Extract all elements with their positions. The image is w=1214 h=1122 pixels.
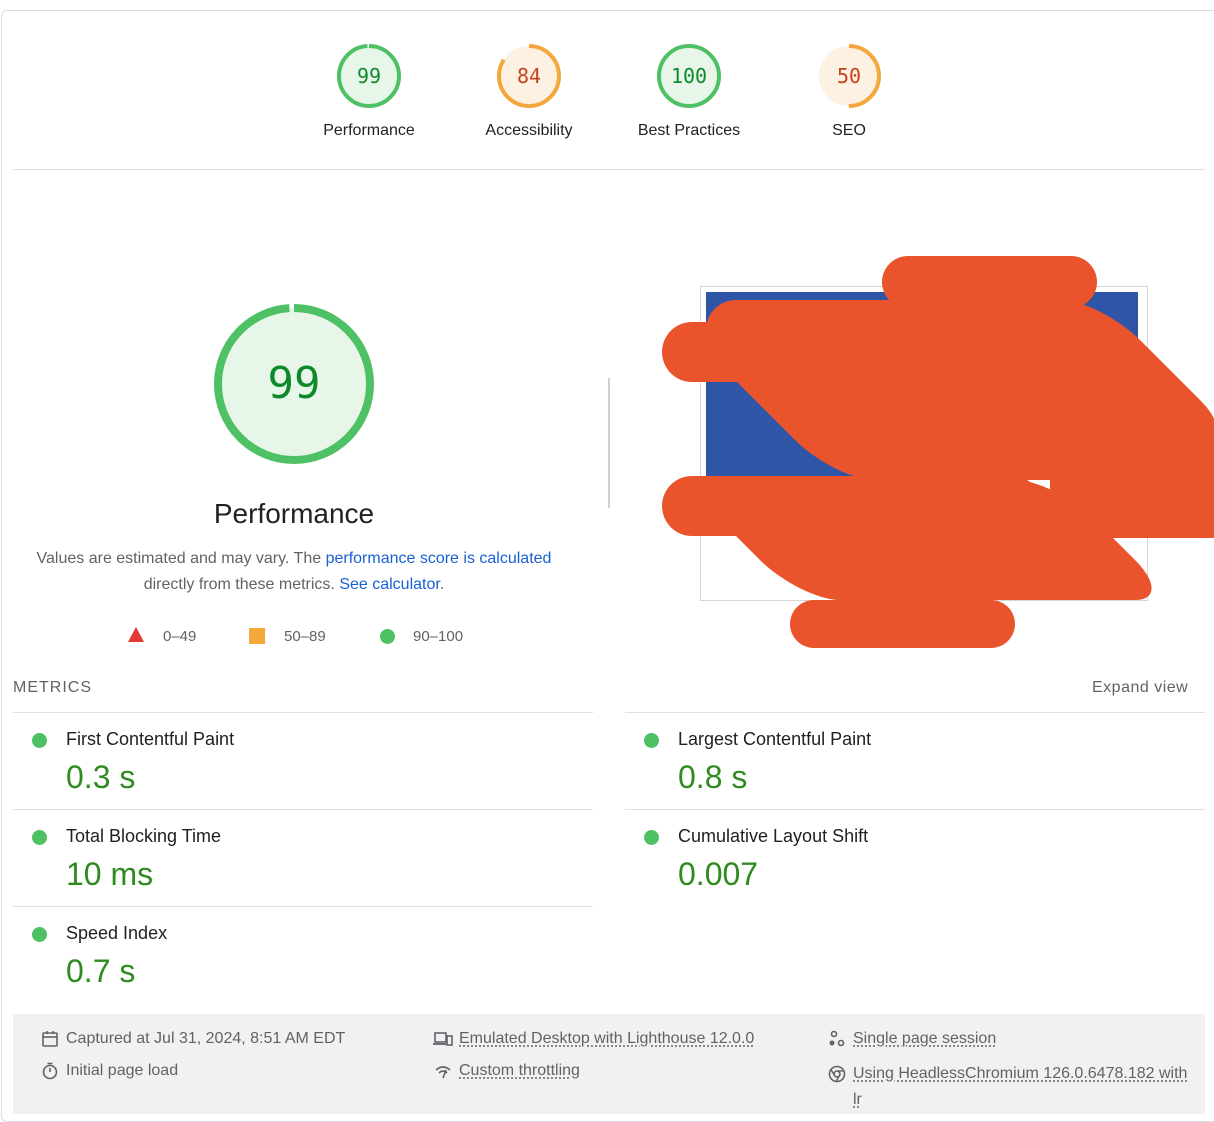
pass-circle-icon — [644, 830, 659, 845]
page-session[interactable]: Single page session — [827, 1029, 996, 1049]
triangle-icon — [128, 627, 144, 642]
captured-at: Captured at Jul 31, 2024, 8:51 AM EDT — [40, 1029, 345, 1049]
gauge-score: 84 — [517, 64, 541, 88]
vertical-divider — [608, 378, 610, 508]
performance-description: Values are estimated and may vary. The p… — [24, 546, 564, 598]
desc-text-middle: directly from these metrics. — [144, 576, 340, 593]
gauge-score: 50 — [837, 64, 861, 88]
calendar-icon — [40, 1029, 60, 1049]
metric-first-contentful-paint[interactable]: First Contentful Paint 0.3 s — [13, 712, 593, 809]
expand-view-button[interactable]: Expand view — [1092, 679, 1188, 697]
see-calculator-link[interactable]: See calculator — [339, 576, 440, 593]
emulated-device[interactable]: Emulated Desktop with Lighthouse 12.0.0 — [433, 1029, 754, 1049]
metric-value: 0.007 — [678, 856, 758, 893]
metric-largest-contentful-paint[interactable]: Largest Contentful Paint 0.8 s — [625, 712, 1205, 809]
gauge-accessibility[interactable]: 84 Accessibility — [474, 42, 584, 140]
legend-pass-label: 90–100 — [413, 628, 463, 645]
gauge-label: Accessibility — [474, 122, 584, 140]
metric-speed-index[interactable]: Speed Index 0.7 s — [13, 906, 593, 1003]
legend-fail — [128, 627, 144, 646]
gauge-ring: 100 — [655, 42, 723, 110]
metric-name: Total Blocking Time — [66, 826, 221, 847]
emulated-text: Emulated Desktop with Lighthouse 12.0.0 — [459, 1030, 754, 1048]
redaction — [790, 600, 1015, 648]
metric-cumulative-layout-shift[interactable]: Cumulative Layout Shift 0.007 — [625, 809, 1205, 906]
score-calculated-link[interactable]: performance score is calculated — [326, 550, 552, 567]
gauge-label: Performance — [314, 122, 424, 140]
metric-value: 10 ms — [66, 856, 153, 893]
legend-average — [249, 628, 265, 648]
circle-icon — [380, 629, 395, 644]
metric-name: Cumulative Layout Shift — [678, 826, 868, 847]
pass-circle-icon — [32, 733, 47, 748]
header-divider — [13, 169, 1205, 170]
square-icon — [249, 628, 265, 644]
chrome-icon — [827, 1064, 847, 1084]
metric-value: 0.3 s — [66, 759, 135, 796]
gauge-label: Best Practices — [634, 122, 744, 140]
metric-name: First Contentful Paint — [66, 729, 234, 750]
legend-average-label: 50–89 — [284, 628, 326, 645]
metric-value: 0.7 s — [66, 953, 135, 990]
gauge-ring: 50 — [815, 42, 883, 110]
initial-page-load: Initial page load — [40, 1061, 178, 1081]
desc-text: Values are estimated and may vary. The — [37, 550, 326, 567]
pass-circle-icon — [32, 830, 47, 845]
gauge-best-practices[interactable]: 100 Best Practices — [634, 42, 744, 140]
gauge-seo[interactable]: 50 SEO — [794, 42, 904, 140]
browser-text: Using HeadlessChromium 126.0.6478.182 wi… — [853, 1061, 1193, 1113]
performance-title: Performance — [94, 498, 494, 530]
pass-circle-icon — [644, 733, 659, 748]
desc-suffix: . — [440, 576, 444, 593]
stopwatch-icon — [40, 1061, 60, 1081]
gauge-ring: 99 — [335, 42, 403, 110]
performance-score: 99 — [268, 358, 321, 409]
pass-circle-icon — [32, 927, 47, 942]
initial-load-text: Initial page load — [66, 1062, 178, 1080]
captured-text: Captured at Jul 31, 2024, 8:51 AM EDT — [66, 1030, 345, 1048]
nodes-icon — [827, 1029, 847, 1049]
metrics-heading: METRICS — [13, 679, 92, 697]
signal-icon — [433, 1061, 453, 1081]
metric-name: Speed Index — [66, 923, 167, 944]
gauge-performance[interactable]: 99 Performance — [314, 42, 424, 140]
browser-info[interactable]: Using HeadlessChromium 126.0.6478.182 wi… — [827, 1061, 1197, 1113]
metric-value: 0.8 s — [678, 759, 747, 796]
devices-icon — [433, 1029, 453, 1049]
throttling[interactable]: Custom throttling — [433, 1061, 580, 1081]
gauge-ring: 84 — [495, 42, 563, 110]
gauge-score: 99 — [357, 64, 381, 88]
gauge-score: 100 — [671, 64, 707, 88]
throttling-text: Custom throttling — [459, 1062, 580, 1080]
gauge-label: SEO — [794, 122, 904, 140]
session-text: Single page session — [853, 1030, 996, 1048]
legend-pass — [380, 629, 395, 648]
run-info-footer: Captured at Jul 31, 2024, 8:51 AM EDT In… — [13, 1014, 1205, 1114]
performance-gauge: 99 — [212, 302, 376, 466]
metric-name: Largest Contentful Paint — [678, 729, 871, 750]
metric-total-blocking-time[interactable]: Total Blocking Time 10 ms — [13, 809, 593, 906]
legend-fail-label: 0–49 — [163, 628, 196, 645]
